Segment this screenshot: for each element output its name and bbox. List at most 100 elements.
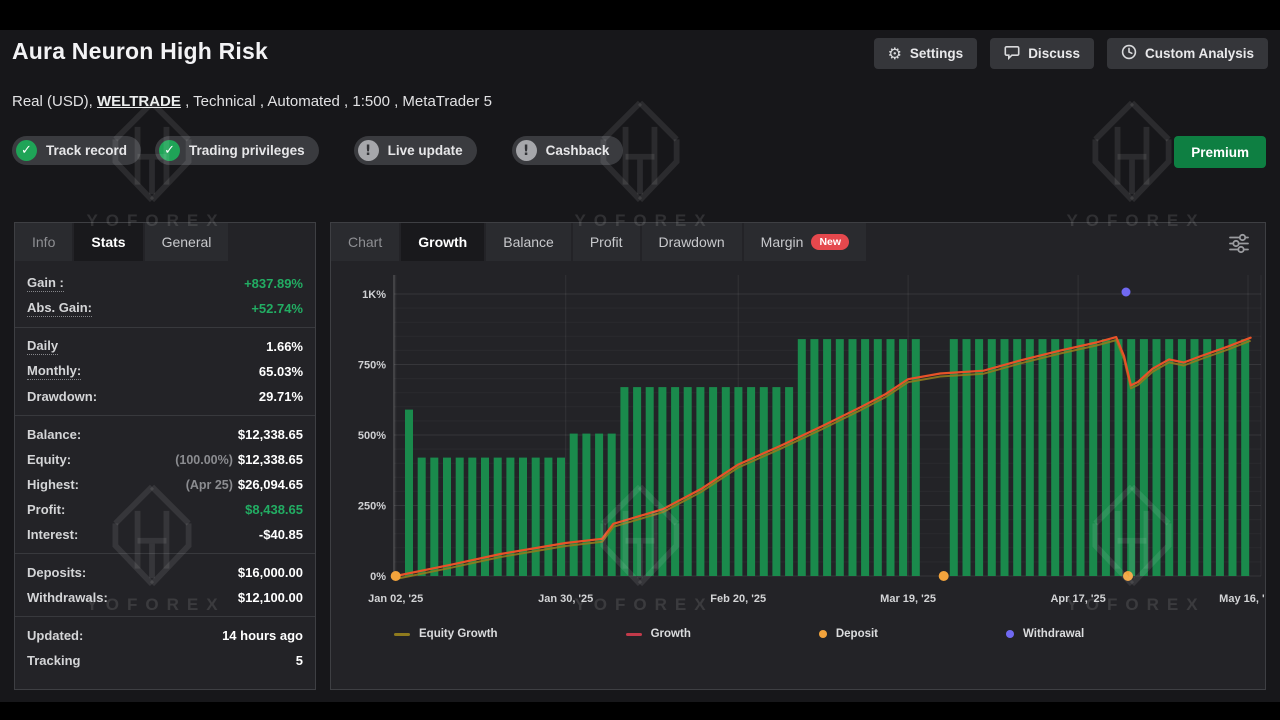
stat-row-balance: Balance:$12,338.65 — [15, 422, 315, 447]
account-subtitle: Real (USD), WELTRADE , Technical , Autom… — [12, 93, 492, 110]
svg-text:Apr 17, '25: Apr 17, '25 — [1050, 593, 1105, 605]
stat-value-abs-gain: +52.74% — [251, 301, 303, 316]
svg-text:500%: 500% — [358, 430, 386, 442]
stat-value-withdrawals: $12,100.00 — [238, 590, 303, 605]
exclamation-icon: ! — [358, 140, 379, 161]
stat-label-updated: Updated: — [27, 628, 83, 643]
check-icon: ✓ — [159, 140, 180, 161]
new-badge: New — [811, 234, 849, 250]
tab-label: Balance — [503, 234, 554, 250]
legend-swatch-line — [394, 633, 410, 636]
legend-label: Growth — [651, 628, 691, 640]
badge-label: Track record — [46, 143, 127, 158]
sliders-icon — [1226, 242, 1251, 257]
legend-swatch-dot — [819, 630, 827, 638]
premium-button[interactable]: Premium — [1174, 136, 1266, 168]
chart-tab-profit[interactable]: Profit — [573, 223, 640, 261]
stats-tab-stats[interactable]: Stats — [74, 223, 142, 261]
stat-value-interest: -$40.85 — [259, 527, 303, 542]
stat-row-tracking: Tracking5 — [15, 648, 315, 673]
badge-label: Trading privileges — [189, 143, 305, 158]
stats-tab-info[interactable]: Info — [15, 223, 72, 261]
badge-track-record: ✓ Track record — [12, 136, 141, 165]
chart-tab-margin[interactable]: Margin New — [744, 223, 866, 261]
stat-label-abs-gain[interactable]: Abs. Gain: — [27, 300, 92, 317]
legend-item-equity-growth[interactable]: Equity Growth — [394, 628, 498, 640]
chart-panel-tabs: ChartGrowth Balance Profit Drawdown Margin Ne… — [331, 223, 1265, 261]
stat-value-monthly: 65.03% — [259, 364, 303, 379]
chart-tab-growth[interactable]: Growth — [401, 223, 484, 261]
withdrawal-markers — [1122, 288, 1131, 297]
stat-label-tracking: Tracking — [27, 653, 80, 668]
stat-row-withdrawals: Withdrawals:$12,100.00 — [15, 585, 315, 610]
discuss-button[interactable]: Discuss — [990, 38, 1094, 69]
stat-row-abs-gain: Abs. Gain: +52.74% — [15, 296, 315, 321]
broker-link[interactable]: WELTRADE — [97, 93, 181, 110]
tab-label: Profit — [590, 234, 623, 250]
stat-label-daily[interactable]: Daily — [27, 338, 58, 355]
stat-row-equity: Equity:(100.00%)$12,338.65 — [15, 447, 315, 472]
svg-text:Jan 30, '25: Jan 30, '25 — [538, 593, 593, 605]
tab-label: Margin — [761, 234, 804, 250]
legend-label: Deposit — [836, 628, 878, 640]
gear-icon: ⚙ — [888, 46, 902, 62]
subtitle-prefix: Real (USD), — [12, 93, 97, 110]
svg-text:Jan 02, '25: Jan 02, '25 — [368, 593, 423, 605]
stats-tab-general[interactable]: General — [145, 223, 229, 261]
legend-label: Withdrawal — [1023, 628, 1084, 640]
custom-analysis-button-label: Custom Analysis — [1145, 46, 1254, 61]
stat-value-daily: 1.66% — [266, 339, 303, 354]
discuss-button-label: Discuss — [1028, 46, 1080, 61]
stat-label-equity: Equity: — [27, 452, 71, 467]
chart-tab-balance[interactable]: Balance — [486, 223, 571, 261]
badge-label: Cashback — [546, 143, 610, 158]
svg-text:250%: 250% — [358, 501, 386, 513]
chart-tab-drawdown[interactable]: Drawdown — [642, 223, 742, 261]
check-icon: ✓ — [16, 140, 37, 161]
tab-label: Stats — [91, 234, 125, 250]
stat-value-updated: 14 hours ago — [222, 628, 303, 643]
stat-label-gain[interactable]: Gain : — [27, 275, 64, 292]
stat-row-profit: Profit:$8,438.65 — [15, 497, 315, 522]
stat-row-highest: Highest: (Apr 25)$26,094.65 — [15, 472, 315, 497]
chart-tab-chart[interactable]: Chart — [331, 223, 399, 261]
badge-label: Live update — [388, 143, 463, 158]
subtitle-suffix: , Technical , Automated , 1:500 , MetaTr… — [181, 93, 492, 110]
stat-label-highest: Highest: — [27, 477, 79, 492]
stat-section-3: Deposits:$16,000.00Withdrawals:$12,100.0… — [15, 553, 315, 616]
stat-label-monthly[interactable]: Monthly: — [27, 363, 81, 380]
tab-label: Drawdown — [659, 234, 725, 250]
stat-row-drawdown: Drawdown:29.71% — [15, 384, 315, 409]
svg-text:1K%: 1K% — [362, 289, 386, 301]
chart-filter-button[interactable] — [1224, 231, 1253, 259]
stat-label-interest: Interest: — [27, 527, 78, 542]
stat-value-balance: $12,338.65 — [238, 427, 303, 442]
stat-row-updated: Updated: 14 hours ago — [15, 623, 315, 648]
stat-value-highest: (Apr 25)$26,094.65 — [186, 477, 303, 492]
legend-label: Equity Growth — [419, 628, 498, 640]
legend-item-withdrawal[interactable]: Withdrawal — [1006, 628, 1084, 640]
stats-panel: InfoStatsGeneral Gain :+837.89%Abs. Gain… — [14, 222, 316, 690]
custom-analysis-button[interactable]: Custom Analysis — [1107, 38, 1268, 69]
stat-value-muted-prefix: (100.00%) — [175, 453, 233, 467]
stat-row-deposits: Deposits:$16,000.00 — [15, 560, 315, 585]
stat-label-deposits: Deposits: — [27, 565, 86, 580]
badge-live-update: ! Live update — [354, 136, 477, 165]
page-title: Aura Neuron High Risk — [12, 38, 268, 65]
stat-row-interest: Interest: -$40.85 — [15, 522, 315, 547]
badge-cashback: !Cashback — [512, 136, 624, 165]
svg-text:May 16, '25: May 16, '25 — [1219, 593, 1265, 605]
stat-section-0: Gain :+837.89% Abs. Gain: +52.74% — [15, 265, 315, 327]
legend-item-deposit[interactable]: Deposit — [819, 628, 878, 640]
stat-row-gain: Gain :+837.89% — [15, 271, 315, 296]
chart-legend: Equity Growth Growth Deposit Withdrawal — [394, 628, 1084, 640]
stat-row-monthly: Monthly: 65.03% — [15, 359, 315, 384]
settings-button[interactable]: ⚙ Settings — [874, 38, 978, 69]
svg-text:Feb 20, '25: Feb 20, '25 — [710, 593, 766, 605]
stat-label-drawdown: Drawdown: — [27, 389, 97, 404]
stat-label-profit: Profit: — [27, 502, 65, 517]
main-page: Aura Neuron High Risk ⚙ Settings Discuss… — [0, 30, 1280, 702]
stats-body: Gain :+837.89% Abs. Gain: +52.74% Daily 1.66… — [15, 261, 315, 679]
stat-section-4: Updated: 14 hours ago Tracking5 — [15, 616, 315, 679]
legend-item-growth[interactable]: Growth — [626, 628, 691, 640]
